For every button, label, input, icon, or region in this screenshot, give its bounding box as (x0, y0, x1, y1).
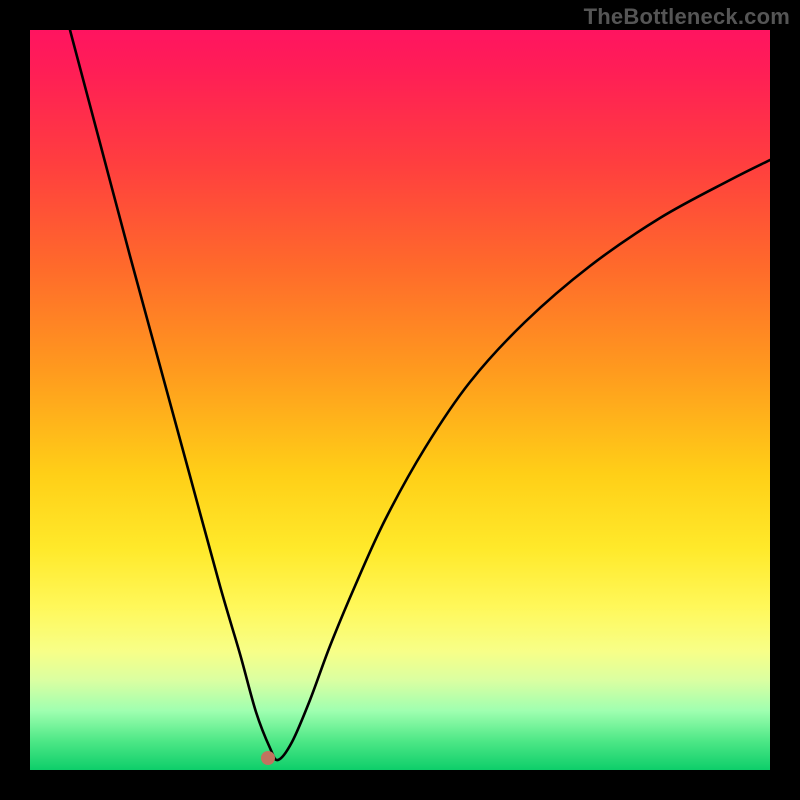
minimum-point-dot (261, 751, 275, 765)
watermark-text: TheBottleneck.com (584, 4, 790, 30)
plot-area (30, 30, 770, 770)
bottleneck-curve (30, 30, 770, 770)
chart-frame: TheBottleneck.com (0, 0, 800, 800)
